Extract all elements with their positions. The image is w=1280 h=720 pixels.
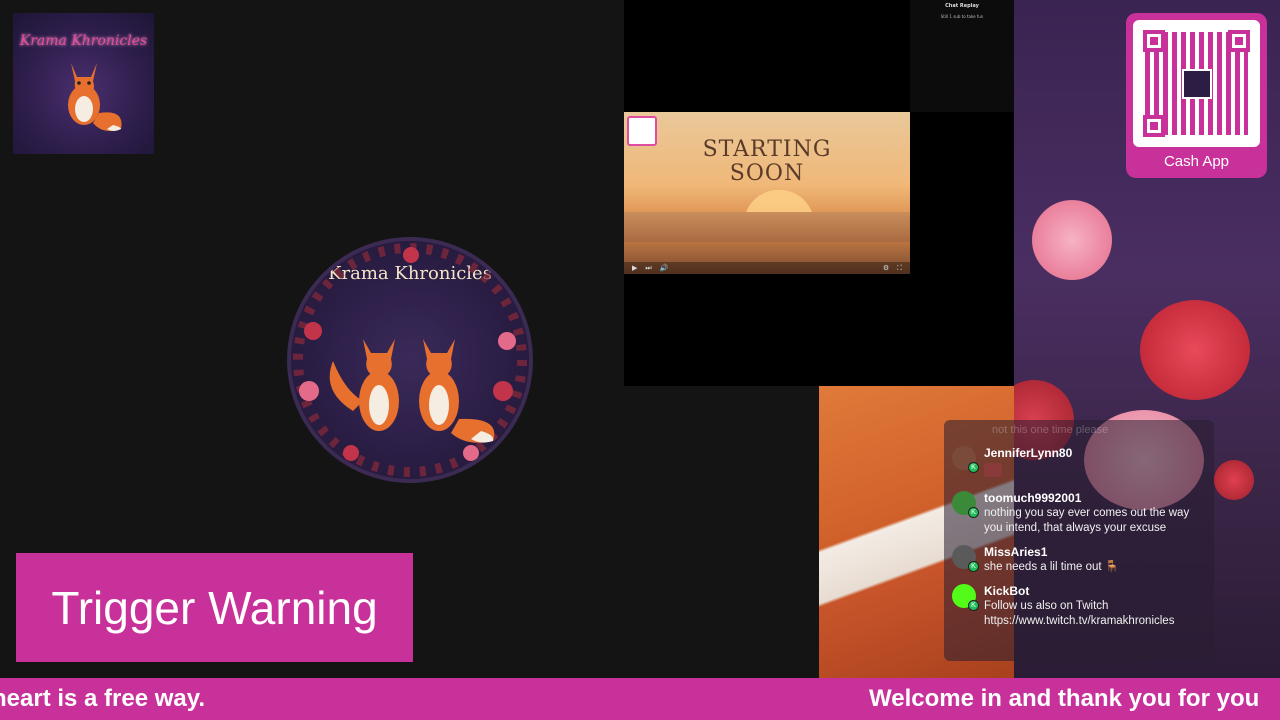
chat-message: K KickBot Follow us also on Twitch https…	[952, 584, 1206, 629]
chat-username: toomuch9992001	[984, 491, 1082, 505]
avatar: K	[952, 584, 979, 611]
play-icon[interactable]: ▶	[632, 264, 637, 272]
kick-badge-icon: K	[968, 600, 979, 611]
emote-icon	[984, 463, 1002, 477]
video-title: STARTING SOON	[624, 138, 910, 186]
chat-username: JenniferLynn80	[984, 446, 1073, 460]
rose-decoration	[1032, 200, 1112, 280]
video-title-line2: SOON	[729, 161, 805, 186]
video-qr-code	[627, 116, 657, 146]
trigger-warning-label: Trigger Warning	[51, 581, 378, 634]
chat-replay-panel: Chat Replay Still 1 sub to take fun	[910, 0, 1014, 112]
qr-finder	[1228, 30, 1250, 52]
ticker-segment-right: Welcome in and thank you for you	[869, 685, 1260, 712]
scrolling-ticker: heart is a free way. Welcome in and than…	[0, 678, 1280, 720]
chat-message: K JenniferLynn80	[952, 446, 1206, 482]
fullscreen-icon[interactable]: ⛶	[897, 264, 902, 273]
chat-replay-line: Still 1 sub to take fun	[940, 14, 984, 19]
trigger-warning-banner: Trigger Warning	[16, 553, 413, 662]
kick-badge-icon: K	[968, 561, 979, 572]
qr-finder	[1143, 30, 1165, 52]
chat-message: K toomuch9992001 nothing you say ever co…	[952, 491, 1206, 536]
qr-finder	[1143, 115, 1165, 137]
avatar: K	[952, 491, 979, 518]
chat-replay-title: Chat Replay	[945, 3, 979, 9]
avatar: K	[952, 446, 979, 473]
cashapp-qr-card[interactable]: Cash App	[1126, 13, 1267, 178]
chat-overlay: not this one time please K JenniferLynn8…	[944, 420, 1214, 661]
chat-message: K MissAries1 she needs a lil time out 🪑	[952, 545, 1206, 575]
rose-decoration	[1140, 300, 1250, 400]
chat-faded-message: not this one time please	[992, 424, 1109, 436]
video-embed[interactable]: STARTING SOON ▶ ⏭ 🔊 ⚙ ⛶ Chat Replay Stil…	[624, 0, 1014, 386]
cashapp-label: Cash App	[1163, 153, 1230, 170]
cashapp-qr-code[interactable]	[1133, 20, 1260, 147]
channel-badge: Krama Khronicles	[287, 237, 533, 483]
video-controls[interactable]: ▶ ⏭ 🔊 ⚙ ⛶	[624, 262, 910, 274]
rose-decoration	[1214, 460, 1254, 500]
ticker-segment-left: heart is a free way.	[0, 685, 205, 712]
video-frame[interactable]: STARTING SOON ▶ ⏭ 🔊 ⚙ ⛶	[624, 112, 910, 274]
chat-text: nothing you say ever comes out the way y…	[984, 507, 1190, 534]
avatar: K	[952, 545, 979, 572]
next-icon[interactable]: ⏭	[645, 264, 651, 273]
channel-logo: Krama Khronicles	[13, 13, 154, 154]
sea-graphic	[624, 212, 910, 242]
fox-icon	[68, 63, 122, 131]
chat-text: she needs a lil time out 🪑	[984, 561, 1120, 573]
chat-text: Follow us also on Twitch https://www.twi…	[984, 600, 1175, 627]
video-title-line1: STARTING	[702, 137, 832, 162]
settings-icon[interactable]: ⚙	[883, 264, 889, 272]
chat-username: KickBot	[984, 584, 1030, 598]
volume-icon[interactable]: 🔊	[660, 264, 669, 272]
two-foxes-icon	[293, 243, 527, 477]
kick-badge-icon: K	[968, 462, 979, 473]
qr-center-logo	[1182, 69, 1212, 99]
chat-username: MissAries1	[984, 545, 1048, 559]
kick-badge-icon: K	[968, 507, 979, 518]
